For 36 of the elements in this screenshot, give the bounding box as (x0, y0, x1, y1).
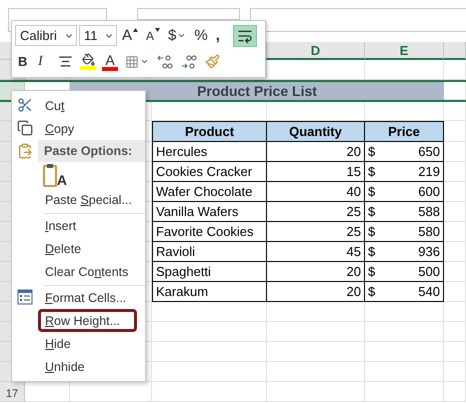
column-heading: Price (365, 121, 444, 142)
price-value: 580 (418, 224, 440, 239)
currency-symbol: $ (368, 184, 376, 199)
table-cell: Hercules (152, 142, 267, 162)
table-cell: 40 (267, 182, 365, 202)
currency-symbol: $ (368, 144, 376, 159)
currency-symbol: $ (368, 164, 376, 179)
price-value: 936 (418, 244, 440, 259)
price-value: 500 (418, 264, 440, 279)
price-value: 588 (418, 204, 440, 219)
table-cell: Cookies Cracker (152, 162, 267, 182)
table-cell: 20 (267, 262, 365, 282)
currency-symbol: $ (368, 264, 376, 279)
menu-section-title: Paste Options: (38, 140, 145, 162)
table-cell: 20 (267, 142, 365, 162)
currency-symbol: $ (368, 244, 376, 259)
column-heading: Product (152, 121, 267, 142)
table-cell: 15 (267, 162, 365, 182)
table-cell: Ravioli (152, 242, 267, 262)
currency-symbol: $ (368, 284, 376, 299)
table-cell: 25 (267, 222, 365, 242)
table-cell: Karakum (152, 282, 267, 302)
price-value: 600 (418, 184, 440, 199)
price-value: 540 (418, 284, 440, 299)
table-cell: 20 (267, 282, 365, 302)
currency-symbol: $ (368, 224, 376, 239)
table-cell: Wafer Chocolate (152, 182, 267, 202)
price-value: 219 (418, 164, 440, 179)
table-cell: 45 (267, 242, 365, 262)
currency-symbol: $ (368, 204, 376, 219)
table-cell: Favorite Cookies (152, 222, 267, 242)
price-value: 650 (418, 144, 440, 159)
table-cell: 25 (267, 202, 365, 222)
column-heading: Quantity (267, 121, 365, 142)
table-cell: Spaghetti (152, 262, 267, 282)
table-cell: Vanilla Wafers (152, 202, 267, 222)
